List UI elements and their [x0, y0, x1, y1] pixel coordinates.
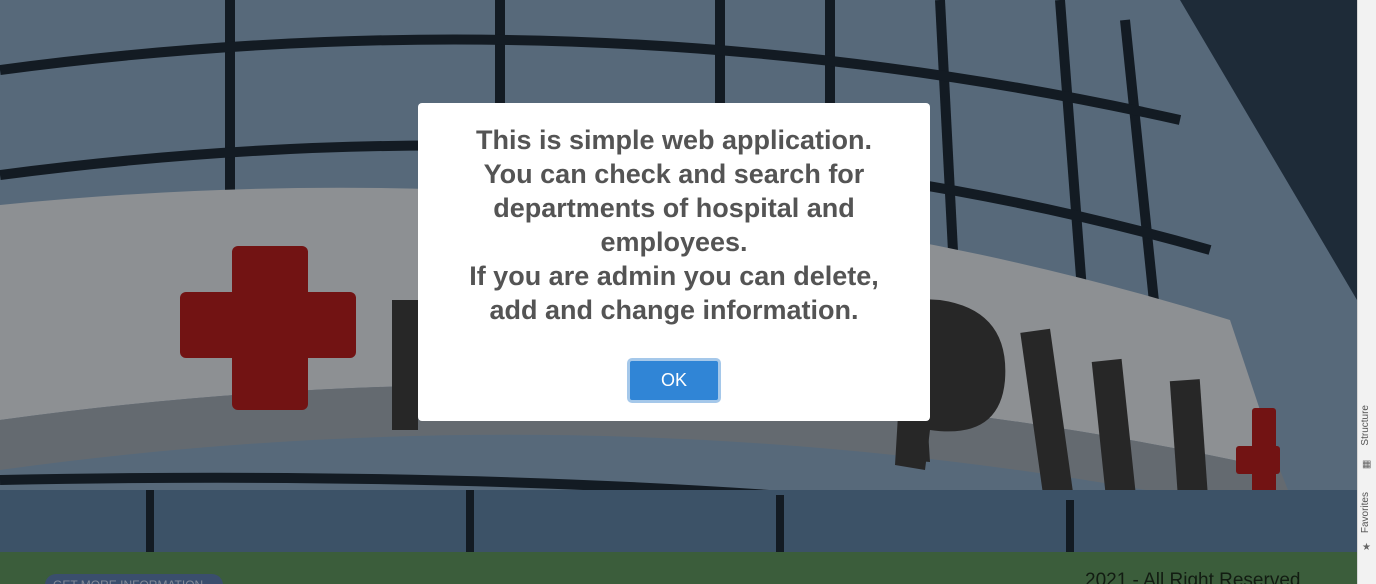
dialog-message-line: If you are admin you can delete, [469, 261, 879, 291]
ide-side-panel: Structure ▦ Favorites ★ [1357, 0, 1376, 584]
ok-button[interactable]: OK [627, 358, 721, 403]
dialog-message-line: add and change information. [489, 295, 859, 325]
side-tab-favorites[interactable]: Favorites ★ [1358, 492, 1376, 562]
side-tab-label: Favorites [1360, 492, 1371, 534]
structure-icon: ▦ [1362, 459, 1372, 470]
page: GET MORE INFORMATION 2021 - All Right Re… [0, 0, 1357, 584]
info-dialog: This is simple web application. You can … [418, 103, 930, 421]
dialog-message-line: This is simple web application. [475, 125, 873, 155]
dialog-message: This is simple web application. You can … [436, 123, 912, 327]
dialog-message-line: departments of hospital and [493, 193, 855, 223]
dialog-message-line: employees. [600, 227, 748, 257]
side-tab-label: Structure [1360, 405, 1371, 446]
dialog-message-line: You can check and search for [483, 159, 865, 189]
side-tab-structure[interactable]: Structure ▦ [1358, 405, 1376, 470]
star-icon: ★ [1362, 542, 1371, 553]
